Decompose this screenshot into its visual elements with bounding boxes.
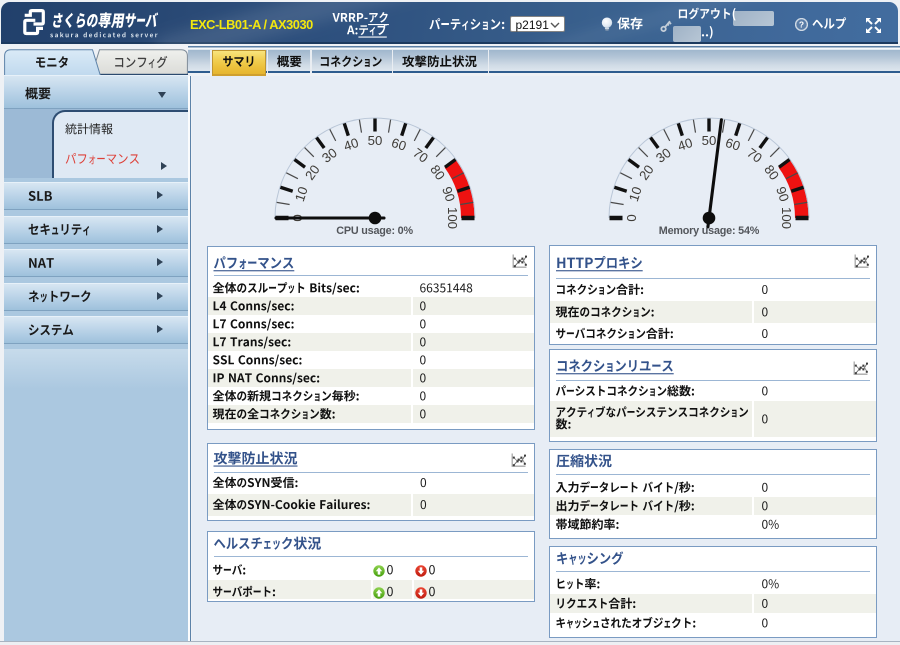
svg-text:40: 40 bbox=[676, 135, 695, 154]
svg-text:40: 40 bbox=[341, 135, 360, 154]
svg-text:0: 0 bbox=[624, 214, 639, 221]
svg-text:60: 60 bbox=[389, 135, 408, 154]
svg-text:60: 60 bbox=[724, 135, 743, 154]
svg-text:90: 90 bbox=[773, 185, 792, 204]
svg-text:10: 10 bbox=[292, 185, 311, 204]
svg-text:50: 50 bbox=[702, 133, 717, 148]
svg-text:10: 10 bbox=[626, 185, 645, 204]
svg-text:50: 50 bbox=[367, 133, 382, 148]
svg-text:?: ? bbox=[798, 20, 803, 30]
svg-text:90: 90 bbox=[439, 185, 458, 204]
